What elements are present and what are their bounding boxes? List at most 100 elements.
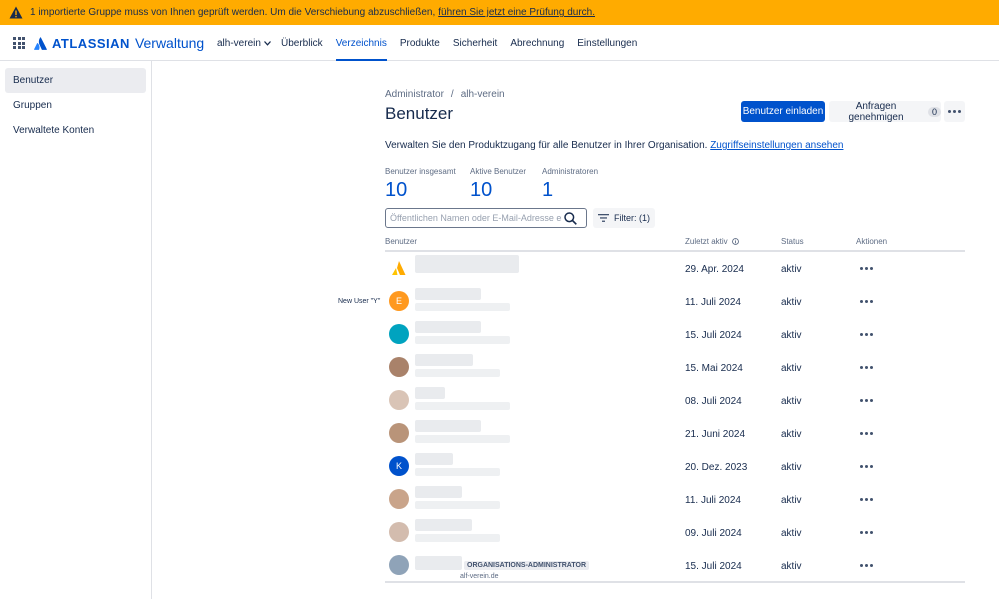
more-icon [859,266,873,270]
avatar [389,258,409,278]
row-actions-button[interactable] [858,494,874,504]
table-row[interactable]: 15. Juli 2024 aktiv [385,318,965,351]
nav-tab-billing[interactable]: Abrechnung [510,25,564,61]
filter-icon [598,214,609,222]
row-actions-button[interactable] [858,329,874,339]
approve-requests-button[interactable]: Anfragen genehmigen 0 [829,100,941,123]
table-row[interactable]: E 11. Juli 2024 aktiv [385,285,965,318]
user-email-redacted [415,303,510,311]
nav-tab-products[interactable]: Produkte [400,25,440,61]
table-row[interactable]: ORGANISATIONS-ADMINISTRATOR alf-verein.d… [385,549,965,582]
column-header-status[interactable]: Status [781,237,804,246]
user-name-redacted [415,387,445,399]
sidebar-item-managed-accounts[interactable]: Verwaltete Konten [5,118,146,143]
user-email-suffix: alf-verein.de [460,573,499,580]
table-row[interactable]: 21. Juni 2024 aktiv [385,417,965,450]
more-icon [859,530,873,534]
avatar [389,390,409,410]
banner-review-link[interactable]: führen Sie jetzt eine Prüfung durch. [438,7,595,18]
user-status: aktiv [781,462,802,473]
row-actions-button[interactable] [858,461,874,471]
user-name-redacted [415,420,481,432]
more-icon [859,563,873,567]
warning-banner: 1 importierte Gruppe muss von Ihnen gepr… [0,0,999,25]
breadcrumb-separator: / [450,89,454,100]
top-navigation: ATLASSIAN Verwaltung alh-verein Überblic… [0,25,999,61]
last-active-date: 29. Apr. 2024 [685,264,744,275]
info-icon[interactable] [732,238,739,246]
stat-total-users: Benutzer insgesamt 10 [385,167,456,202]
table-row[interactable]: K 20. Dez. 2023 aktiv [385,450,965,483]
more-icon [859,299,873,303]
user-name-redacted [415,255,519,273]
user-email-redacted [415,369,500,377]
intro-description: Verwalten Sie den Produktzugang für alle… [385,140,708,151]
row-actions-button[interactable] [858,428,874,438]
row-actions-button[interactable] [858,560,874,570]
last-active-date: 09. Juli 2024 [685,528,742,539]
table-row[interactable]: 09. Juli 2024 aktiv [385,516,965,549]
last-active-date: 11. Juli 2024 [685,495,741,506]
invite-users-button[interactable]: Benutzer einladen [741,101,825,122]
row-actions-button[interactable] [858,527,874,537]
table-row[interactable]: 15. Mai 2024 aktiv [385,351,965,384]
user-name-redacted [415,453,453,465]
search-input[interactable] [386,213,562,223]
user-status: aktiv [781,396,802,407]
more-icon [859,398,873,402]
nav-tab-directory[interactable]: Verzeichnis [335,25,387,61]
atlassian-logo[interactable]: ATLASSIAN Verwaltung [34,35,204,51]
access-settings-link[interactable]: Zugriffseinstellungen ansehen [710,140,843,151]
column-header-last-active-label: Zuletzt aktiv [685,237,728,246]
sidebar-item-users[interactable]: Benutzer [5,68,146,93]
banner-text: 1 importierte Gruppe muss von Ihnen gepr… [30,7,436,18]
intro-text: Verwalten Sie den Produktzugang für alle… [385,140,843,151]
user-email-redacted [415,435,510,443]
users-table-header: Benutzer Zuletzt aktiv Status Aktionen [385,237,965,252]
filter-button[interactable]: Filter: (1) [593,208,655,228]
org-admin-badge: ORGANISATIONS-ADMINISTRATOR [464,561,589,570]
column-header-user[interactable]: Benutzer [385,237,417,246]
approve-requests-label: Anfragen genehmigen [848,100,904,123]
search-field [385,208,587,228]
app-switcher-icon[interactable] [13,37,25,49]
user-status: aktiv [781,330,802,341]
user-email-redacted [415,501,500,509]
row-actions-button[interactable] [858,362,874,372]
avatar: E [389,291,409,311]
row-actions-button[interactable] [858,263,874,273]
breadcrumb-org[interactable]: alh-verein [461,89,505,100]
user-email-redacted [415,534,500,542]
new-user-label: New User "Y" [338,298,381,305]
brand-name: ATLASSIAN [52,35,130,51]
column-header-last-active[interactable]: Zuletzt aktiv [685,237,739,246]
search-icon[interactable] [564,211,577,225]
table-row[interactable]: 08. Juli 2024 aktiv [385,384,965,417]
nav-tab-settings[interactable]: Einstellungen [577,25,637,61]
table-row[interactable]: 29. Apr. 2024 aktiv [385,252,965,285]
nav-tab-overview[interactable]: Überblick [281,25,323,61]
user-email-redacted [415,402,510,410]
user-name-redacted [415,519,472,531]
avatar [389,357,409,377]
user-name-redacted [415,486,462,498]
avatar [389,522,409,542]
nav-tabs: Überblick Verzeichnis Produkte Sicherhei… [281,25,650,61]
user-status: aktiv [781,495,802,506]
row-actions-button[interactable] [858,296,874,306]
user-status: aktiv [781,363,802,374]
stat-value: 10 [385,179,408,201]
user-status: aktiv [781,297,802,308]
avatar [389,324,409,344]
more-icon [859,365,873,369]
more-options-button[interactable] [944,101,965,122]
user-name-redacted [415,354,473,366]
breadcrumb-administrator[interactable]: Administrator [385,89,444,100]
row-actions-button[interactable] [858,395,874,405]
org-switcher[interactable]: alh-verein [217,38,271,49]
sidebar-item-groups[interactable]: Gruppen [5,93,146,118]
nav-tab-security[interactable]: Sicherheit [453,25,497,61]
user-status: aktiv [781,264,802,275]
user-status: aktiv [781,528,802,539]
table-row[interactable]: 11. Juli 2024 aktiv [385,483,965,516]
